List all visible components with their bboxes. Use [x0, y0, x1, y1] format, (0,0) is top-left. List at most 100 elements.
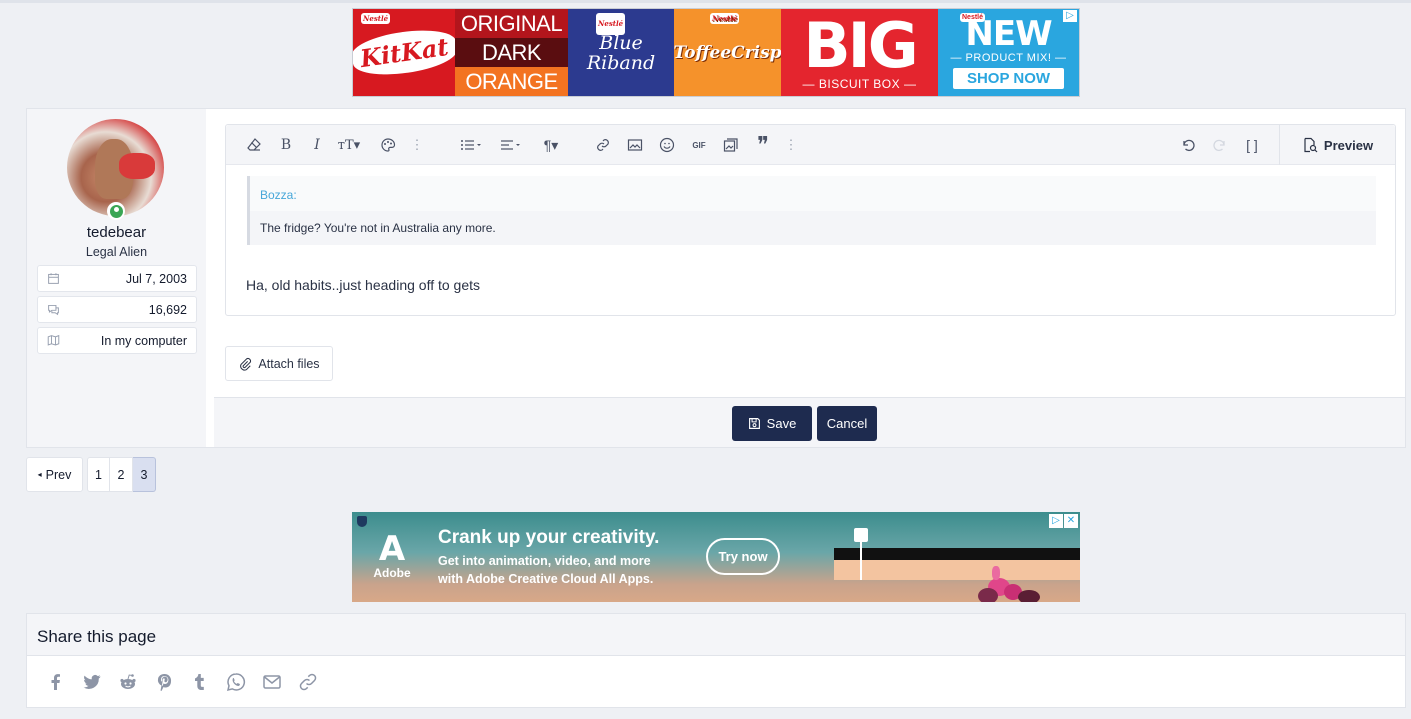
save-label: Save: [766, 416, 797, 431]
quote-icon[interactable]: ❞: [753, 133, 773, 158]
user-location-stat: In my computer: [37, 327, 197, 354]
ad-privacy-shield-icon[interactable]: [357, 516, 367, 527]
caret-left-icon: ◂: [37, 470, 42, 479]
preview-icon: [1304, 137, 1318, 153]
ad-biscuit-box-text: — BISCUIT BOX —: [802, 76, 917, 91]
editor-body-text[interactable]: Ha, old habits..just heading off to gets: [246, 277, 480, 293]
ad-big-biscuit-box: BIG — BISCUIT BOX —: [781, 9, 938, 96]
ad-new-panel: Nestlé NEW — PRODUCT MIX! — SHOP NOW ▷: [938, 9, 1079, 96]
share-title: Share this page: [27, 614, 1405, 656]
page-link-current[interactable]: 3: [133, 457, 156, 492]
ad-big-text: BIG: [803, 8, 918, 82]
share-block: Share this page: [26, 613, 1406, 708]
user-message-count: 16,692: [148, 302, 187, 317]
ad-subtext: Get into animation, video, and more with…: [438, 552, 653, 588]
text-size-icon[interactable]: тT▾: [334, 136, 364, 154]
facebook-icon[interactable]: [45, 671, 67, 693]
adobe-logo-text: Adobe: [373, 566, 411, 580]
ad-flower-graphic: [974, 564, 1054, 602]
ad-shop-now-button[interactable]: SHOP NOW: [952, 68, 1065, 89]
italic-icon[interactable]: I: [307, 136, 327, 154]
page-link-1[interactable]: 1: [87, 457, 110, 492]
preview-label: Preview: [1323, 137, 1374, 153]
online-status-icon: [107, 202, 125, 220]
adchoices-icon[interactable]: ▷: [1063, 10, 1077, 22]
attach-files-button[interactable]: Attach files: [225, 346, 333, 381]
gif-icon[interactable]: GIF: [689, 136, 709, 154]
pagination: ◂ Prev 1 2 3: [26, 457, 156, 492]
ad-blue-riband-text: Blue Riband: [586, 31, 656, 74]
ad-headline: Crank up your creativity.: [438, 527, 660, 548]
palette-icon[interactable]: [378, 136, 398, 154]
map-icon: [47, 334, 60, 346]
rich-text-editor[interactable]: B I тT▾ ⋮ ¶▾ GIF ❞ ⋮ [ ] Preview Bozza: …: [225, 124, 1396, 316]
pinterest-icon[interactable]: [153, 671, 175, 693]
prev-page-button[interactable]: ◂ Prev: [26, 457, 83, 492]
prev-page-label: Prev: [45, 467, 72, 482]
eraser-icon[interactable]: [244, 136, 264, 154]
ad-nestle-badge: Nestlé: [361, 13, 391, 24]
user-location[interactable]: In my computer: [101, 334, 187, 348]
ad-product-mix-text: — PRODUCT MIX! —: [950, 52, 1067, 64]
ad-nestle-badge: Nestlé: [596, 13, 626, 35]
user-joined-date: Jul 7, 2003: [125, 271, 187, 286]
media-icon[interactable]: [721, 136, 741, 154]
ad-flavour-orange: ORANGE: [455, 67, 568, 96]
redo-icon[interactable]: [1210, 136, 1230, 154]
paperclip-icon: [240, 357, 252, 371]
preview-button[interactable]: Preview: [1279, 125, 1395, 165]
ad-controls: ▷ ✕: [1049, 514, 1078, 528]
cancel-label: Cancel: [826, 416, 868, 431]
top-border: [0, 0, 1411, 3]
ad-graphic-stripe: [834, 548, 1080, 560]
username[interactable]: tedebear: [27, 224, 206, 241]
whatsapp-icon[interactable]: [225, 671, 247, 693]
ad-toffee-crisp: Nestlé ToffeeCrisp: [673, 9, 782, 96]
ad-kitkat-logo: KitKat: [353, 24, 459, 81]
cancel-button[interactable]: Cancel: [817, 406, 877, 441]
user-joined-stat: Jul 7, 2003: [37, 265, 197, 292]
reddit-icon[interactable]: [117, 671, 139, 693]
ad-flavour-dark: DARK: [455, 38, 568, 67]
twitter-icon[interactable]: [81, 671, 103, 693]
ad-flavours: ORIGINAL DARK ORANGE: [455, 9, 568, 96]
try-now-button[interactable]: Try now: [706, 538, 780, 575]
quote-block: Bozza: The fridge? You're not in Austral…: [247, 176, 1376, 245]
align-icon[interactable]: [496, 136, 526, 154]
save-button[interactable]: Save: [732, 406, 812, 441]
more-icon[interactable]: ⋮: [411, 136, 424, 154]
calendar-icon: [48, 273, 59, 284]
bbcode-toggle-icon[interactable]: [ ]: [1242, 136, 1262, 154]
share-buttons: [45, 671, 319, 693]
ad-nestle-badge: Nestlé: [960, 13, 986, 22]
quote-text: The fridge? You're not in Australia any …: [260, 221, 496, 235]
image-icon[interactable]: [625, 136, 645, 154]
bold-icon[interactable]: B: [276, 136, 296, 154]
messages-icon: [48, 304, 59, 316]
ad-graphic-marker-line: [860, 530, 862, 580]
undo-icon[interactable]: [1178, 136, 1198, 154]
tumblr-icon[interactable]: [189, 671, 211, 693]
top-banner-ad[interactable]: Nestlé KitKat ORIGINAL DARK ORANGE Nestl…: [352, 8, 1080, 97]
close-ad-icon[interactable]: ✕: [1064, 514, 1078, 528]
more-icon[interactable]: ⋮: [785, 136, 798, 154]
ad-blue-riband: Nestlé Blue Riband: [568, 9, 674, 96]
ad-nestle-badge: Nestlé: [710, 13, 740, 24]
page-link-2[interactable]: 2: [110, 457, 133, 492]
form-action-bar: Save Cancel: [214, 397, 1405, 447]
link-icon[interactable]: [593, 136, 613, 154]
ad-subtext-line-2: with Adobe Creative Cloud All Apps.: [438, 572, 654, 586]
list-icon[interactable]: [456, 136, 486, 154]
editor-area: B I тT▾ ⋮ ¶▾ GIF ❞ ⋮ [ ] Preview Bozza: …: [214, 109, 1405, 397]
paragraph-icon[interactable]: ¶▾: [536, 136, 566, 154]
save-icon: [748, 418, 760, 429]
user-title: Legal Alien: [85, 245, 148, 259]
email-icon[interactable]: [261, 671, 283, 693]
quote-author[interactable]: Bozza:: [250, 176, 1376, 211]
adchoices-icon[interactable]: ▷: [1049, 514, 1063, 528]
smilie-icon[interactable]: [657, 136, 677, 154]
adobe-banner-ad[interactable]: A Adobe Crank up your creativity. Get in…: [352, 512, 1080, 602]
quick-edit-post: tedebear Legal Alien Jul 7, 2003 16,692 …: [26, 108, 1406, 448]
attach-files-label: Attach files: [258, 356, 320, 371]
link-icon[interactable]: [297, 671, 319, 693]
